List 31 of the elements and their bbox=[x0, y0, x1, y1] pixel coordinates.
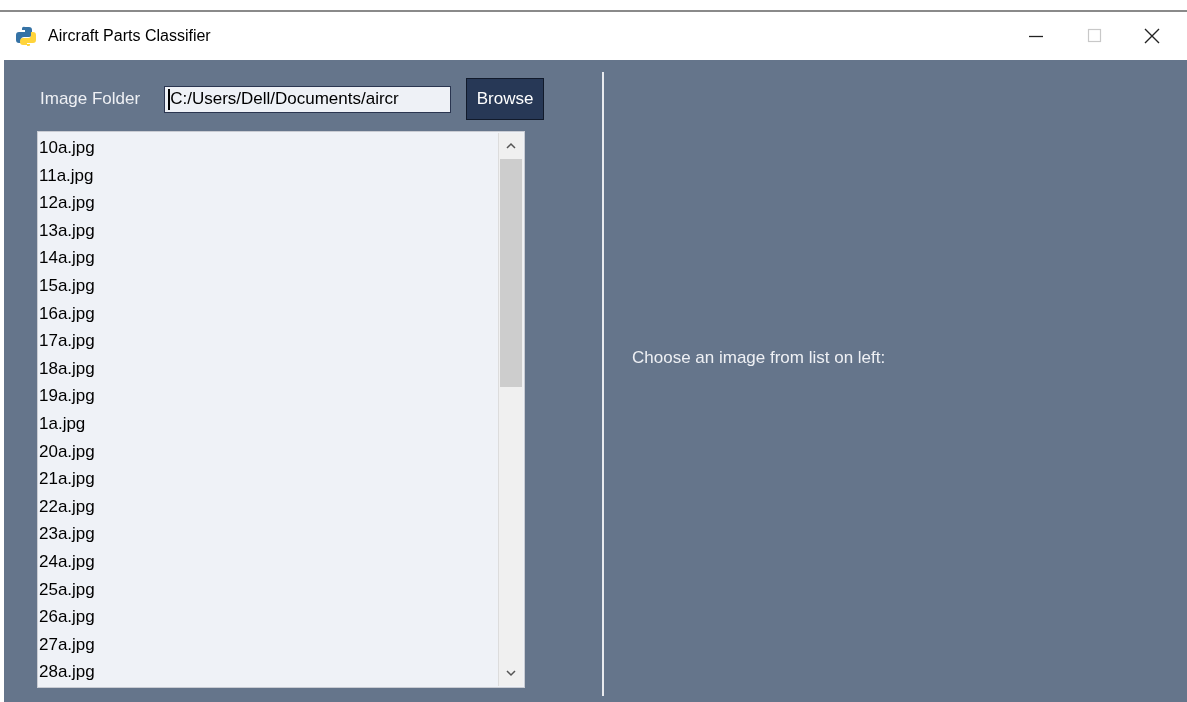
file-list-item[interactable]: 17a.jpg bbox=[38, 327, 498, 355]
file-list-item[interactable]: 19a.jpg bbox=[38, 382, 498, 410]
file-list-item[interactable]: 1a.jpg bbox=[38, 409, 498, 438]
file-list-item[interactable]: 28a.jpg bbox=[38, 658, 498, 686]
scroll-up-icon[interactable] bbox=[505, 141, 517, 151]
file-list-item[interactable]: 26a.jpg bbox=[38, 603, 498, 631]
file-list-item[interactable]: 21a.jpg bbox=[38, 465, 498, 493]
file-list-item[interactable]: 23a.jpg bbox=[38, 520, 498, 548]
scrollbar-thumb[interactable] bbox=[500, 159, 522, 387]
file-list-item[interactable]: 11a.jpg bbox=[38, 161, 498, 190]
file-list-item[interactable]: 18a.jpg bbox=[38, 354, 498, 383]
file-list-item[interactable]: 16a.jpg bbox=[38, 299, 498, 328]
preview-message: Choose an image from list on left: bbox=[632, 348, 886, 368]
file-list-item[interactable]: 14a.jpg bbox=[38, 244, 498, 272]
window-title: Aircraft Parts Classifier bbox=[48, 27, 212, 45]
browse-button[interactable]: Browse bbox=[466, 78, 544, 120]
file-list-item[interactable]: 24a.jpg bbox=[38, 547, 498, 576]
snake-logo-icon bbox=[16, 26, 36, 46]
scrollbar[interactable] bbox=[498, 133, 523, 686]
file-list-item[interactable]: 10a.jpg bbox=[38, 134, 498, 162]
file-list-item[interactable]: 25a.jpg bbox=[38, 575, 498, 604]
folder-label: Image Folder bbox=[40, 89, 142, 109]
folder-path-field[interactable]: C:/Users/Dell/Documents/aircr bbox=[164, 85, 452, 113]
file-list-item[interactable]: 12a.jpg bbox=[38, 189, 498, 217]
file-list-item[interactable]: 20a.jpg bbox=[38, 437, 498, 466]
file-list-item[interactable]: 27a.jpg bbox=[38, 630, 498, 659]
file-list-item[interactable]: 22a.jpg bbox=[38, 492, 498, 521]
scroll-down-icon[interactable] bbox=[505, 668, 517, 678]
file-list-item[interactable]: 13a.jpg bbox=[38, 216, 498, 245]
close-icon[interactable] bbox=[1143, 27, 1161, 45]
file-list-item[interactable]: 15a.jpg bbox=[38, 271, 498, 300]
